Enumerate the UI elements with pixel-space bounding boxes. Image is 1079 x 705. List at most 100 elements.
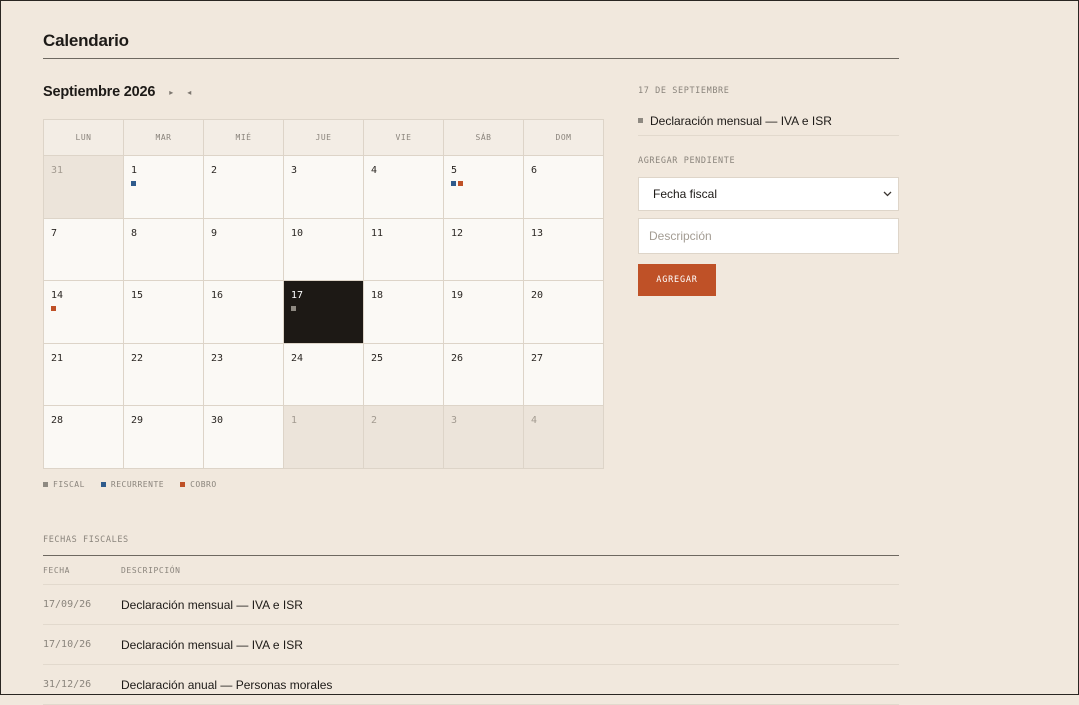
calendar-day[interactable]: 6 — [524, 156, 604, 219]
legend-cobro-label: COBRO — [190, 480, 217, 489]
fiscal-dates-table: FECHA DESCRIPCIÓN 17/09/26 Declaración m… — [43, 556, 899, 705]
legend-fiscal-label: FISCAL — [53, 480, 85, 489]
weekday-label: JUE — [284, 120, 364, 156]
calendar-day[interactable]: 26 — [444, 343, 524, 406]
day-number: 25 — [371, 352, 384, 364]
day-number: 2 — [211, 165, 218, 176]
calendar-day[interactable]: 3 — [284, 156, 364, 219]
day-number: 31 — [51, 165, 64, 176]
day-number: 27 — [531, 352, 544, 364]
calendar-day[interactable]: 29 — [124, 406, 204, 469]
calendar-day[interactable]: 5 — [444, 156, 524, 219]
calendar-day[interactable]: 18 — [364, 281, 444, 344]
calendar-day[interactable]: 24 — [284, 343, 364, 406]
day-number: 17 — [291, 290, 304, 301]
calendar-day[interactable]: 11 — [364, 218, 444, 281]
table-row[interactable]: 17/10/26 Declaración mensual — IVA e ISR — [43, 625, 899, 665]
day-number: 8 — [131, 227, 138, 239]
row-description: Declaración mensual — IVA e ISR — [121, 637, 303, 652]
add-button[interactable]: AGREGAR — [638, 264, 716, 296]
calendar-day[interactable]: 19 — [444, 281, 524, 344]
calendar-day[interactable]: 8 — [124, 218, 204, 281]
selected-day-event[interactable]: Declaración mensual — IVA e ISR — [638, 112, 899, 136]
type-select[interactable]: Fecha fiscal — [638, 177, 899, 211]
weekday-label: VIE — [364, 120, 444, 156]
day-number: 9 — [211, 227, 218, 239]
weekday-header-row: LUN MAR MIÉ JUE VIE SÁB DOM — [44, 120, 604, 156]
calendar-day[interactable]: 4 — [524, 406, 604, 469]
day-number: 20 — [531, 290, 544, 301]
recurrente-square-icon — [100, 482, 106, 487]
description-input[interactable] — [638, 218, 899, 254]
day-number: 18 — [371, 290, 384, 301]
calendar-week-row: 14 15 16 17 18 19 20 — [44, 281, 604, 344]
day-number: 24 — [291, 352, 304, 364]
prev-month-icon[interactable]: ◂ — [187, 88, 191, 97]
day-number: 5 — [451, 165, 458, 176]
calendar-day[interactable]: 9 — [204, 218, 284, 281]
fiscal-square-icon — [43, 482, 48, 487]
calendar-day[interactable]: 15 — [124, 281, 204, 344]
calendar-week-row: 7 8 9 10 11 12 13 — [44, 218, 604, 281]
day-number: 16 — [211, 290, 224, 301]
day-number: 29 — [131, 415, 144, 426]
calendar-day[interactable]: 7 — [44, 218, 124, 281]
calendar-day-selected[interactable]: 17 — [284, 281, 364, 344]
calendar-day[interactable]: 2 — [364, 406, 444, 469]
legend-recurrente: RECURRENTE — [100, 480, 164, 489]
event-markers — [131, 181, 136, 186]
calendar-day[interactable]: 31 — [44, 156, 124, 219]
day-number: 1 — [291, 415, 298, 426]
legend-cobro: COBRO — [180, 480, 217, 489]
type-select-value: Fecha fiscal — [653, 187, 718, 201]
table-row[interactable]: 17/09/26 Declaración mensual — IVA e ISR — [43, 585, 899, 625]
calendar-day[interactable]: 30 — [204, 406, 284, 469]
calendar-day[interactable]: 25 — [364, 343, 444, 406]
fiscal-dates-label: FECHAS FISCALES — [43, 535, 129, 545]
calendar-day[interactable]: 22 — [124, 343, 204, 406]
cobro-square-icon — [180, 482, 186, 487]
calendar-day[interactable]: 1 — [124, 156, 204, 219]
weekday-label: LUN — [44, 120, 124, 156]
calendar-day[interactable]: 12 — [444, 218, 524, 281]
calendar-week-row: 21 22 23 24 25 26 27 — [44, 343, 604, 406]
day-number: 3 — [291, 165, 298, 176]
fiscal-marker-icon — [291, 306, 296, 311]
calendar-day[interactable]: 4 — [364, 156, 444, 219]
calendar-day[interactable]: 27 — [524, 343, 604, 406]
calendar-day[interactable]: 13 — [524, 218, 604, 281]
day-number: 7 — [51, 227, 58, 239]
day-number: 14 — [51, 290, 64, 301]
day-number: 22 — [131, 352, 144, 364]
day-number: 3 — [451, 415, 458, 426]
calendar-day[interactable]: 23 — [204, 343, 284, 406]
day-number: 26 — [451, 352, 464, 364]
calendar-day[interactable]: 1 — [284, 406, 364, 469]
day-number: 6 — [531, 165, 538, 176]
event-text: Declaración mensual — IVA e ISR — [650, 113, 832, 128]
header-date: FECHA — [43, 565, 71, 575]
row-date: 31/12/26 — [43, 679, 92, 690]
calendar-day[interactable]: 20 — [524, 281, 604, 344]
row-date: 17/10/26 — [43, 639, 92, 650]
calendar-day[interactable]: 21 — [44, 343, 124, 406]
table-row[interactable]: 31/12/26 Declaración anual — Personas mo… — [43, 665, 899, 705]
calendar-day[interactable]: 10 — [284, 218, 364, 281]
calendar-day[interactable]: 16 — [204, 281, 284, 344]
next-month-icon[interactable]: ▸ — [169, 88, 173, 97]
calendar-week-row: 28 29 30 1 2 3 4 — [44, 406, 604, 469]
calendar-day[interactable]: 3 — [444, 406, 524, 469]
weekday-label: MAR — [124, 120, 204, 156]
header-description: DESCRIPCIÓN — [121, 565, 181, 575]
day-number: 4 — [371, 165, 378, 176]
event-markers — [291, 306, 296, 311]
legend-fiscal: FISCAL — [43, 480, 85, 489]
calendar-day[interactable]: 14 — [44, 281, 124, 344]
day-number: 23 — [211, 352, 224, 364]
cobro-marker-icon — [458, 181, 463, 186]
calendar-day[interactable]: 28 — [44, 406, 124, 469]
day-number: 28 — [51, 415, 64, 426]
day-number: 1 — [131, 165, 138, 176]
calendar-day[interactable]: 2 — [204, 156, 284, 219]
fiscal-square-icon — [638, 118, 643, 123]
